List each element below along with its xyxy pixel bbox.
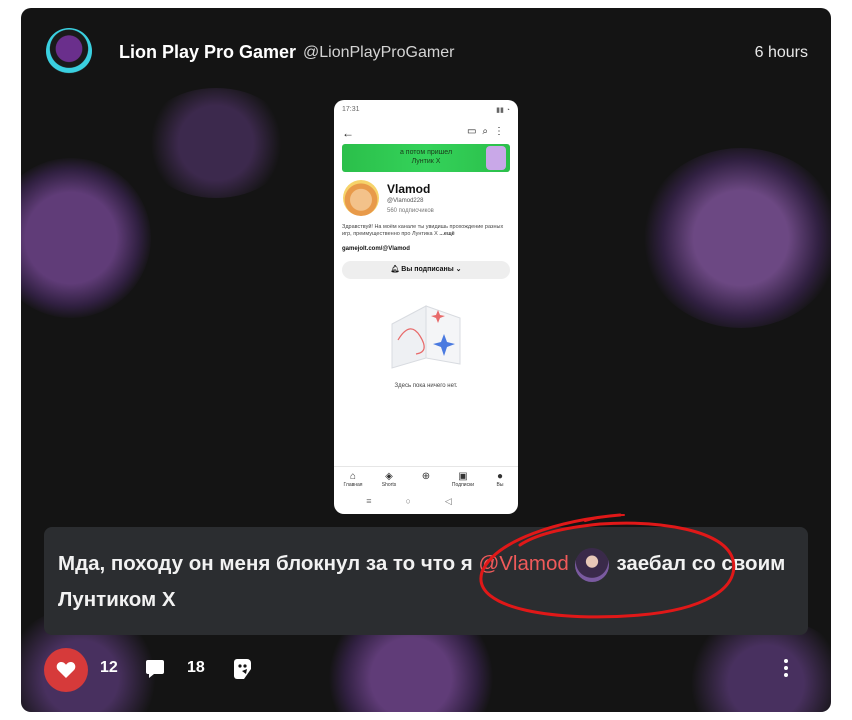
author-name[interactable]: Lion Play Pro Gamer	[119, 42, 296, 63]
empty-text: Здесь пока ничего нет.	[394, 383, 458, 389]
background-art-2	[641, 148, 831, 328]
channel-description: Здравствуй! На моём канале ты увидишь пр…	[342, 224, 504, 237]
comment-count[interactable]: 18	[187, 659, 205, 677]
channel-link: gamejolt.com/@Vlamod	[342, 246, 410, 252]
nav-shorts: ◈ Shorts	[374, 471, 404, 488]
banner-text-1: а потом пришел	[399, 149, 453, 156]
bell-icon: 🔔︎	[390, 266, 400, 273]
nav-you: ● Вы	[485, 471, 515, 488]
post-image[interactable]: 17:31 ▮▮ ◔ ← ▭⌕⋮ а потом пришел Лунтик X…	[334, 100, 518, 514]
heart-icon	[56, 661, 76, 678]
nav-create: ⊕	[411, 471, 441, 482]
phone-toolbar-icons: ▭⌕⋮	[466, 126, 510, 137]
profile-icon: ●	[496, 471, 504, 482]
nav-subscriptions: ▣ Подписки	[448, 471, 478, 488]
plus-icon: ⊕	[421, 471, 431, 482]
mention-avatar[interactable]	[574, 547, 609, 582]
channel-handle: @Vlamod228	[387, 198, 424, 204]
post-caption: Мда, походу он меня блокнул за то что я …	[44, 527, 808, 635]
author-avatar[interactable]	[46, 28, 92, 74]
more-vertical-icon[interactable]	[777, 656, 795, 682]
home-icon: ⌂	[349, 471, 357, 482]
banner-character	[486, 146, 506, 170]
shorts-icon: ◈	[385, 471, 393, 482]
background-art-3	[141, 88, 291, 198]
phone-status-time: 17:31	[342, 106, 360, 113]
empty-illustration	[391, 305, 461, 369]
share-icon[interactable]	[233, 658, 253, 680]
caption-text-start: Мда, походу он меня блокнул за то что я	[58, 552, 479, 575]
subscriptions-icon: ▣	[458, 471, 468, 482]
phone-status-icons: ▮▮ ◔	[496, 107, 510, 114]
system-nav-icons: ≡○◁	[366, 496, 486, 506]
phone-bottom-nav: ⌂ Главная ◈ Shorts ⊕ ▣ Подписки ● Вы	[334, 466, 518, 493]
channel-subscribers: 560 подписчиков	[387, 208, 434, 214]
post-header: Lion Play Pro Gamer @LionPlayProGamer 6 …	[21, 8, 831, 100]
author-handle[interactable]: @LionPlayProGamer	[303, 44, 454, 62]
background-art	[21, 158, 151, 318]
back-arrow-icon: ←	[342, 126, 354, 140]
nav-home: ⌂ Главная	[338, 471, 368, 488]
post-time: 6 hours	[754, 44, 808, 61]
post-card: Lion Play Pro Gamer @LionPlayProGamer 6 …	[21, 8, 831, 712]
mention-link[interactable]: @Vlamod	[478, 552, 568, 575]
channel-name: Vlamod	[387, 182, 431, 196]
channel-banner: а потом пришел Лунтик X	[342, 144, 510, 172]
banner-text-2: Лунтик X	[411, 158, 441, 165]
comment-icon[interactable]	[145, 659, 165, 679]
channel-avatar	[343, 180, 379, 216]
subscribed-button: 🔔︎ Вы подписаны ⌄	[342, 261, 510, 279]
like-count: 12	[100, 659, 118, 676]
like-button[interactable]	[44, 648, 88, 692]
